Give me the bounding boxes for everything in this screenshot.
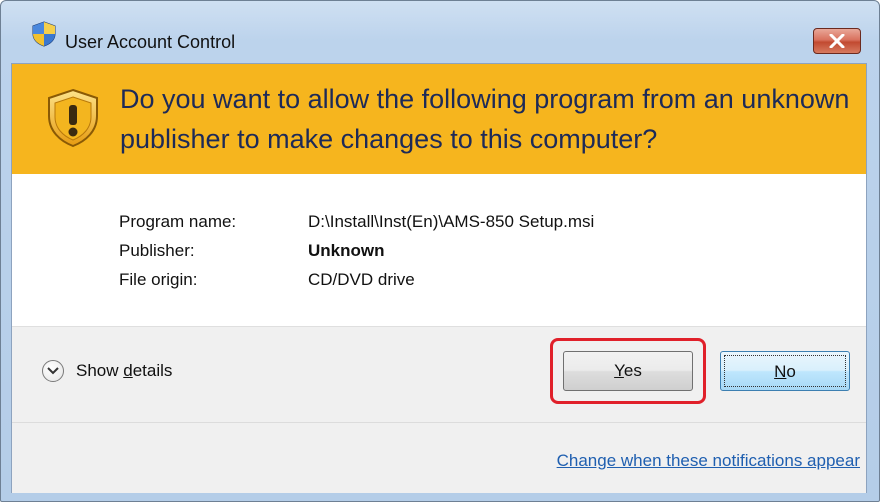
show-details-toggle[interactable]: Show details	[42, 360, 172, 382]
uac-shield-icon	[31, 21, 57, 47]
prompt-question: Do you want to allow the following progr…	[120, 84, 850, 154]
warning-shield-icon	[46, 88, 100, 148]
file-origin-row: File origin: CD/DVD drive	[119, 265, 594, 294]
publisher-row: Publisher: Unknown	[119, 236, 594, 265]
no-button[interactable]: No	[720, 351, 850, 391]
warning-banner: Do you want to allow the following progr…	[12, 64, 866, 174]
divider	[12, 422, 866, 423]
dialog-body: Do you want to allow the following progr…	[11, 63, 867, 493]
program-name-label: Program name:	[119, 212, 237, 231]
close-icon	[829, 34, 845, 48]
focus-rect: No	[724, 355, 846, 387]
action-area: Show details Yes No Change when these no…	[12, 326, 866, 493]
program-name-row: Program name: D:\Install\Inst(En)\AMS-85…	[119, 207, 594, 236]
title-bar[interactable]: User Account Control	[1, 1, 879, 54]
chevron-down-icon[interactable]	[42, 360, 64, 382]
window-title: User Account Control	[65, 32, 236, 52]
yes-button[interactable]: Yes	[563, 351, 693, 391]
program-name-value: D:\Install\Inst(En)\AMS-850 Setup.msi	[308, 212, 595, 231]
uac-dialog: User Account Control Do you want to allo…	[0, 0, 880, 502]
publisher-label: Publisher:	[119, 241, 195, 260]
change-notifications-link[interactable]: Change when these notifications appear	[557, 451, 860, 471]
file-origin-value: CD/DVD drive	[308, 270, 415, 289]
show-details-label: Show details	[76, 361, 173, 380]
program-info: Program name: D:\Install\Inst(En)\AMS-85…	[119, 207, 594, 294]
publisher-value: Unknown	[308, 241, 385, 260]
close-button[interactable]	[813, 28, 861, 54]
file-origin-label: File origin:	[119, 270, 198, 289]
